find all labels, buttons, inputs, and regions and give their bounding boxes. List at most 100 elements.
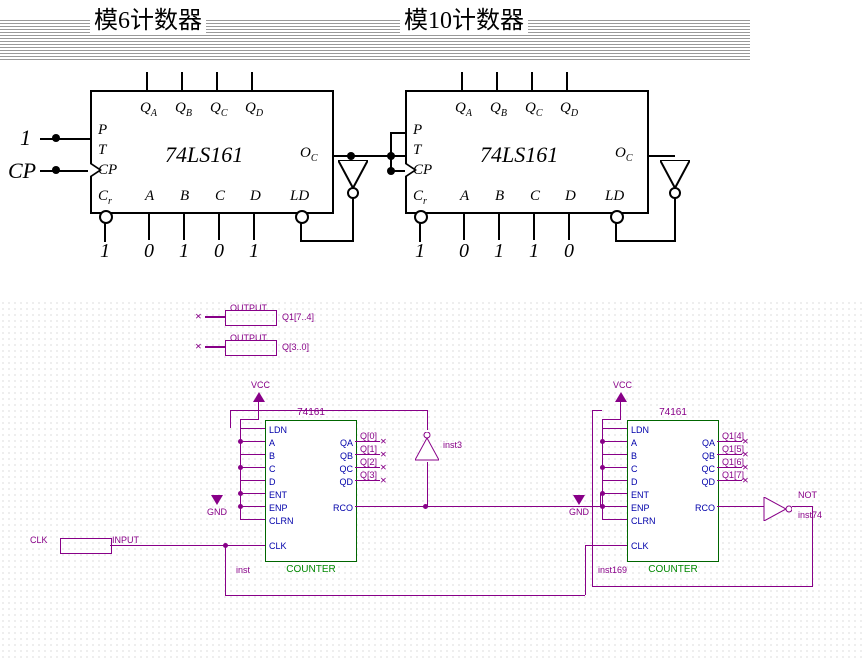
pin-ent: ENT xyxy=(631,490,649,500)
pin-qa: QA xyxy=(340,438,353,448)
pin-ldn: LDN xyxy=(631,425,649,435)
pin-a2: A xyxy=(460,188,469,205)
eda-wire xyxy=(355,506,425,507)
schematic-lower: × OUTPUT Q1[7..4] × OUTPUT Q[3..0] CLK I… xyxy=(0,300,865,659)
eda-wire xyxy=(240,419,241,519)
eda-wire xyxy=(258,402,259,420)
pin-b: B xyxy=(631,451,637,461)
clock-triangle-icon xyxy=(90,162,102,178)
inverter-right xyxy=(660,160,690,200)
wire xyxy=(615,240,676,242)
node xyxy=(52,166,60,174)
bus-l1: Q[1] xyxy=(360,444,377,454)
eda-wire xyxy=(792,506,812,507)
vcc-left xyxy=(252,392,266,406)
preset-r-1: 0 xyxy=(459,240,469,263)
output-lo-type: OUTPUT xyxy=(230,333,267,343)
pin-enp: ENP xyxy=(631,503,650,513)
wire xyxy=(461,72,463,90)
pin-c2: C xyxy=(530,188,540,205)
pin-c: C xyxy=(631,464,638,474)
eda-wire xyxy=(427,462,428,506)
eda-wire xyxy=(585,545,586,595)
node xyxy=(347,152,355,160)
wire xyxy=(300,240,354,242)
pin-c: C xyxy=(269,464,276,474)
eda-wire xyxy=(717,506,765,507)
wire xyxy=(533,210,535,240)
output-hi-type: OUTPUT xyxy=(230,303,267,313)
title-mod6: 模6计数器 xyxy=(90,0,206,35)
output-hi-bus: Q1[7..4] xyxy=(282,312,314,322)
eda-wire xyxy=(110,545,225,546)
pin-clk: CLK xyxy=(631,541,649,551)
inv-label-r: NOT xyxy=(798,490,817,500)
bus-r3: Q1[7] xyxy=(722,470,744,480)
gnd-label-r: GND xyxy=(569,507,589,517)
chip-left-name: 74LS161 xyxy=(165,142,243,168)
wire xyxy=(390,132,405,134)
pin-ld: LD xyxy=(290,188,309,205)
chip-inst-r: inst169 xyxy=(598,565,627,575)
x-marker: × xyxy=(380,450,388,458)
wire xyxy=(40,170,88,172)
pin-qb2: QB xyxy=(490,100,507,119)
eda-wire xyxy=(602,506,627,507)
x-marker: × xyxy=(742,450,750,458)
pin-qc: QC xyxy=(340,464,354,474)
x-marker: × xyxy=(380,437,388,445)
eda-wire xyxy=(592,586,813,587)
chip-type-l: COUNTER xyxy=(266,564,356,575)
clock-triangle-icon xyxy=(405,162,417,178)
title-mod10: 模10计数器 xyxy=(400,0,528,35)
eda-wire xyxy=(602,480,627,481)
wire xyxy=(251,72,253,90)
wire xyxy=(216,72,218,90)
eda-wire xyxy=(355,454,380,455)
pin-d2: D xyxy=(565,188,576,205)
eda-wire xyxy=(602,467,627,468)
pin-b: B xyxy=(269,451,275,461)
node xyxy=(52,134,60,142)
pin-qb: QB xyxy=(702,451,715,461)
pin-clrn: CLRN xyxy=(631,516,656,526)
preset-r-4: 0 xyxy=(564,240,574,263)
pin-d: D xyxy=(269,477,276,487)
wire xyxy=(674,198,676,240)
eda-wire xyxy=(592,410,593,586)
eda-wire xyxy=(230,410,427,411)
x-marker: × xyxy=(742,476,750,484)
pin-a: A xyxy=(269,438,275,448)
chip-inst-l: inst xyxy=(236,565,250,575)
eda-wire xyxy=(225,595,585,596)
x-marker: × xyxy=(742,463,750,471)
inverter-left xyxy=(338,160,368,200)
eda-wire xyxy=(240,480,265,481)
wire xyxy=(253,210,255,240)
bus-r0: Q1[4] xyxy=(722,431,744,441)
pin-cr: Cr xyxy=(98,188,112,207)
eda-wire xyxy=(240,519,265,520)
eda-wire xyxy=(240,454,265,455)
eda-wire xyxy=(592,410,602,411)
pin-p2: P xyxy=(413,122,422,139)
pin-qc: QC xyxy=(210,100,228,119)
wire xyxy=(218,210,220,240)
pin-a: A xyxy=(145,188,154,205)
bus-r2: Q1[6] xyxy=(722,457,744,467)
eda-wire xyxy=(240,441,265,442)
wire xyxy=(531,72,533,90)
wire xyxy=(300,222,302,240)
bus-r1: Q1[5] xyxy=(722,444,744,454)
eda-wire xyxy=(602,419,603,519)
eda-node xyxy=(223,543,228,548)
clk-port-type: INPUT xyxy=(112,535,139,545)
pin-qa2: QA xyxy=(455,100,472,119)
inv-inst-l: inst3 xyxy=(443,440,462,450)
x-marker: × xyxy=(195,342,203,350)
wire xyxy=(645,155,675,157)
pin-qd: QD xyxy=(702,477,716,487)
eda-wire xyxy=(225,545,265,546)
pin-b: B xyxy=(180,188,189,205)
pin-clrn: CLRN xyxy=(269,516,294,526)
